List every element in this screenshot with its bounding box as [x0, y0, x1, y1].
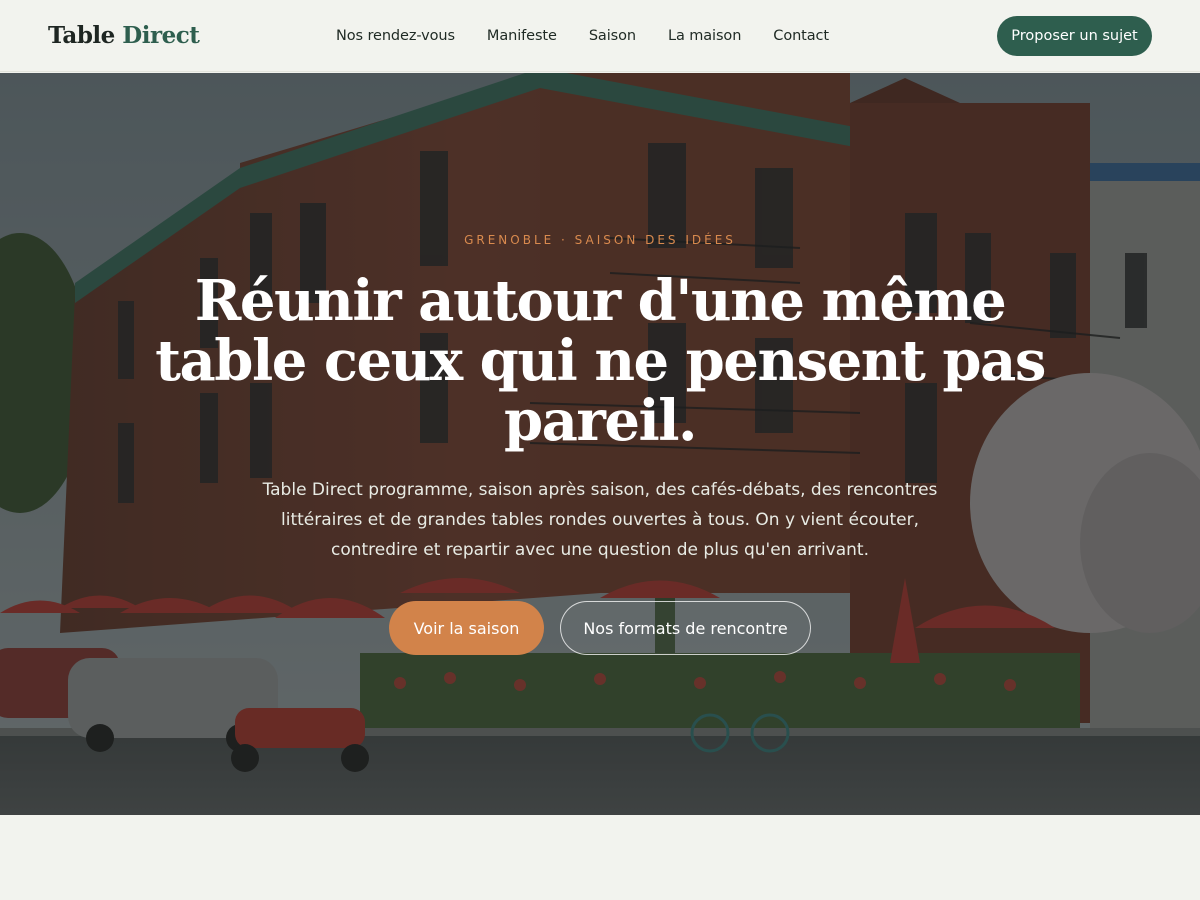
hero-headline: Réunir autour d'une même table ceux qui … [155, 268, 1046, 454]
hero-content: Grenoble · Saison des idées Réunir autou… [0, 73, 1200, 815]
logo-accent-text: Direct [122, 22, 200, 49]
nav-link-rendez-vous[interactable]: Nos rendez-vous [336, 28, 455, 44]
logo-main-text: Table [48, 22, 115, 49]
see-season-button[interactable]: Voir la saison [389, 601, 544, 655]
hero-lead-text: Table Direct programme, saison après sai… [262, 480, 938, 560]
propose-topic-button[interactable]: Proposer un sujet [997, 16, 1152, 56]
main-nav: Nos rendez-vous Manifeste Saison La mais… [336, 0, 861, 72]
site-header: Table Direct Nos rendez-vous Manifeste S… [0, 0, 1200, 72]
nav-link-contact[interactable]: Contact [773, 28, 829, 44]
nav-link-saison[interactable]: Saison [589, 28, 636, 44]
hero-section: Grenoble · Saison des idées Réunir autou… [0, 73, 1200, 815]
nav-link-la-maison[interactable]: La maison [668, 28, 741, 44]
site-logo[interactable]: Table Direct [48, 22, 200, 49]
hero-eyebrow: Grenoble · Saison des idées [464, 233, 736, 247]
meeting-formats-button[interactable]: Nos formats de rencontre [560, 601, 811, 655]
nav-link-manifeste[interactable]: Manifeste [487, 28, 557, 44]
